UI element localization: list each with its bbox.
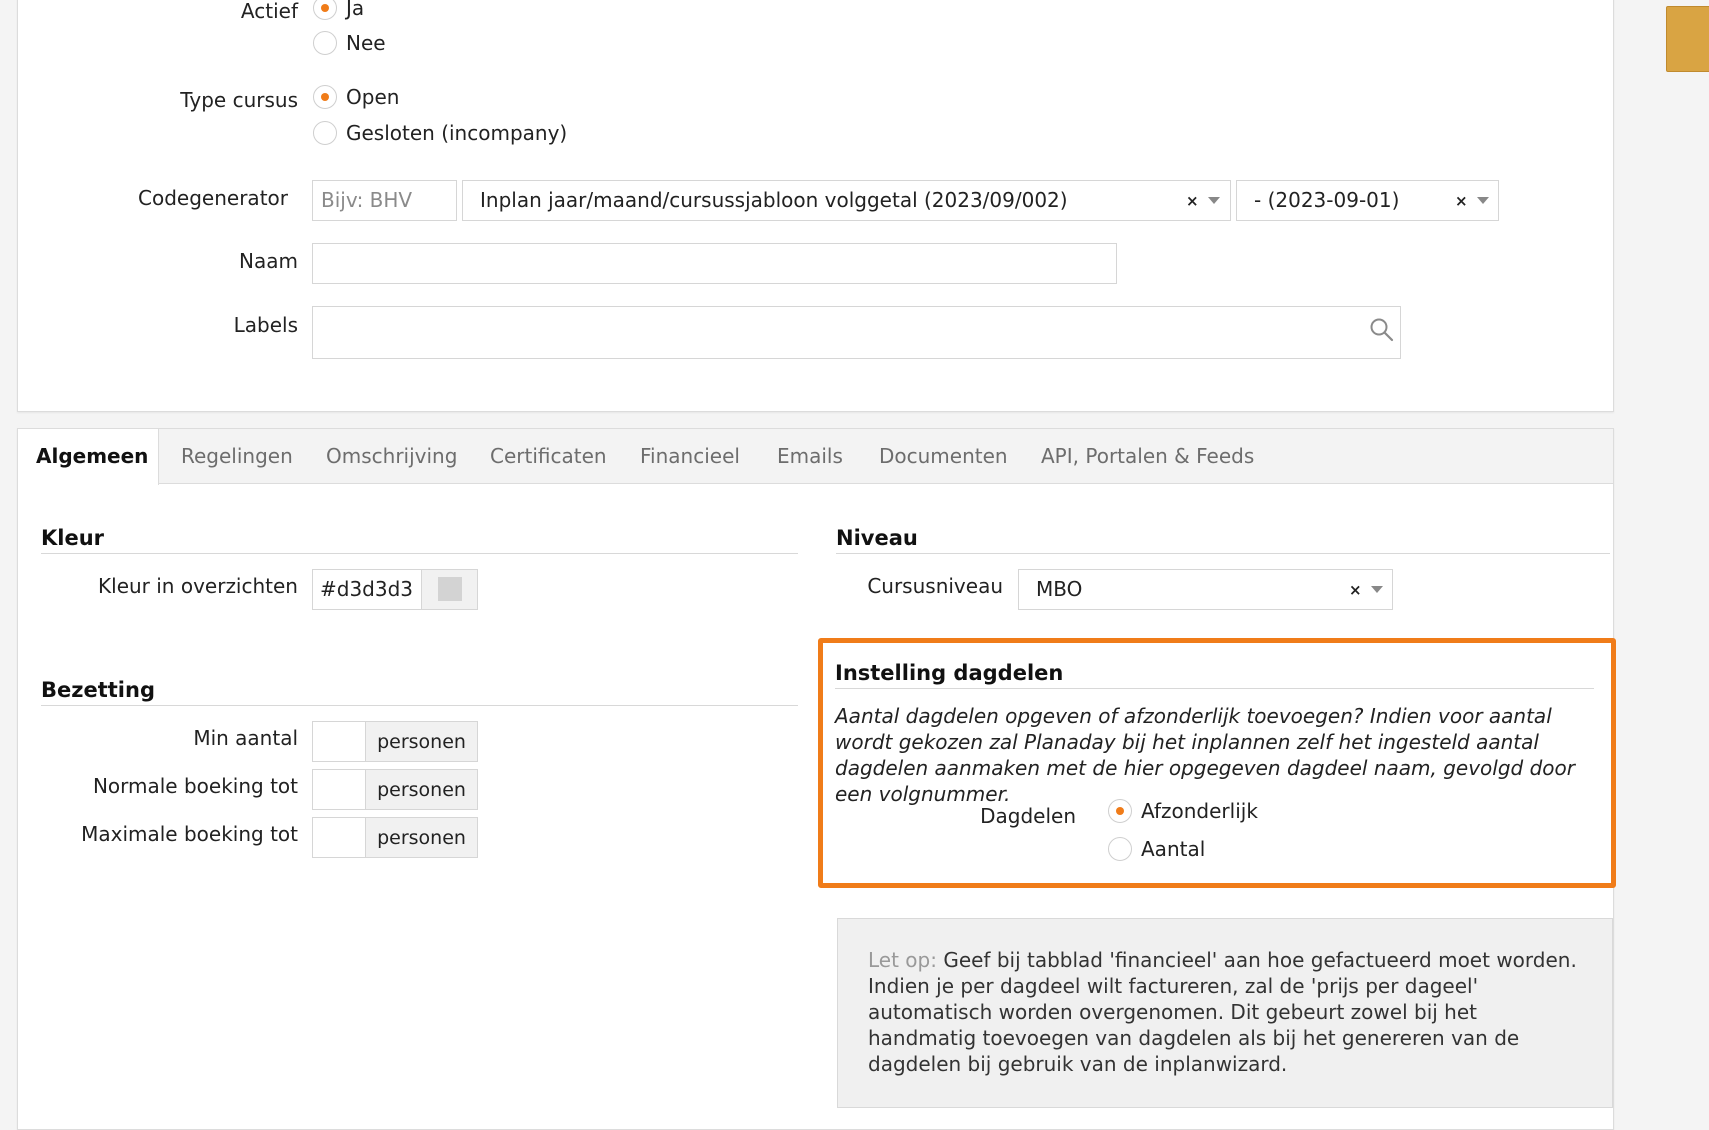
tab-regelingen[interactable]: Regelingen: [181, 429, 293, 484]
course-base-form: Actief Ja Nee Type cursus Open Gesloten …: [17, 0, 1614, 412]
labels-label: Labels: [233, 313, 298, 337]
niveau-section-title: Niveau: [836, 526, 918, 550]
tab-bar: Algemeen Regelingen Omschrijving Certifi…: [18, 429, 1613, 485]
tab-api-portalen-feeds[interactable]: API, Portalen & Feeds: [1041, 429, 1254, 484]
radio-selected-icon[interactable]: [1108, 799, 1132, 823]
radio-selected-icon[interactable]: [313, 85, 337, 109]
color-picker-button[interactable]: [421, 569, 478, 610]
clear-icon[interactable]: ×: [1455, 182, 1468, 220]
unit-addon: personen: [365, 769, 478, 810]
dagdelen-description: Aantal dagdelen opgeven of afzonderlijk …: [835, 704, 1575, 806]
actief-option-label: Nee: [346, 31, 386, 55]
cursusniveau-label: Cursusniveau: [867, 574, 1003, 598]
divider: [41, 705, 798, 706]
dagdelen-option-afzonderlijk[interactable]: Afzonderlijk: [1108, 798, 1258, 824]
dagdelen-option-label: Aantal: [1141, 837, 1206, 861]
chevron-down-icon[interactable]: [1208, 197, 1220, 204]
clear-icon[interactable]: ×: [1349, 571, 1362, 609]
min-aantal-input[interactable]: [312, 721, 366, 762]
info-box: Let op: Geef bij tabblad 'financieel' aa…: [837, 918, 1613, 1108]
unit-addon: personen: [365, 721, 478, 762]
maximale-boeking-input[interactable]: [312, 817, 366, 858]
dagdelen-label: Dagdelen: [980, 804, 1076, 828]
radio-selected-icon[interactable]: [313, 0, 337, 20]
code-pattern-select[interactable]: Inplan jaar/maand/cursussjabloon volgget…: [462, 180, 1231, 221]
divider: [835, 688, 1594, 689]
tab-certificaten[interactable]: Certificaten: [490, 429, 607, 484]
code-pattern-value: Inplan jaar/maand/cursussjabloon volgget…: [480, 188, 1068, 212]
info-strong-label: Let op:: [868, 948, 937, 972]
info-body: Geef bij tabblad 'financieel' aan hoe ge…: [868, 948, 1577, 1076]
type-cursus-label: Type cursus: [180, 88, 298, 112]
type-cursus-option-label: Open: [346, 85, 400, 109]
actief-option-ja[interactable]: Ja: [313, 0, 364, 21]
dagdelen-option-aantal[interactable]: Aantal: [1108, 836, 1205, 862]
tab-omschrijving[interactable]: Omschrijving: [326, 429, 457, 484]
dagdelen-option-label: Afzonderlijk: [1141, 799, 1258, 823]
divider: [41, 553, 798, 554]
min-aantal-label: Min aantal: [193, 726, 298, 750]
tab-documenten[interactable]: Documenten: [879, 429, 1008, 484]
info-text: Let op: Geef bij tabblad 'financieel' aa…: [868, 947, 1588, 1077]
tab-financieel[interactable]: Financieel: [640, 429, 740, 484]
tab-emails[interactable]: Emails: [777, 429, 843, 484]
maximale-boeking-label: Maximale boeking tot: [81, 822, 298, 846]
chevron-down-icon[interactable]: [1477, 197, 1489, 204]
codegenerator-label: Codegenerator: [138, 186, 288, 210]
labels-input[interactable]: [312, 306, 1401, 359]
chevron-down-icon[interactable]: [1371, 586, 1383, 593]
code-date-select[interactable]: - (2023-09-01) ×: [1236, 180, 1499, 221]
code-date-value: - (2023-09-01): [1254, 188, 1400, 212]
dagdelen-section-title: Instelling dagdelen: [835, 661, 1064, 685]
actief-label: Actief: [240, 0, 298, 23]
radio-icon[interactable]: [313, 121, 337, 145]
code-prefix-input[interactable]: Bijv: BHV: [312, 180, 457, 221]
kleur-input[interactable]: #d3d3d3: [312, 569, 422, 610]
bezetting-section-title: Bezetting: [41, 678, 155, 702]
divider: [836, 553, 1610, 554]
normale-boeking-input[interactable]: [312, 769, 366, 810]
side-panel-button[interactable]: [1666, 6, 1709, 72]
naam-label: Naam: [239, 249, 298, 273]
unit-addon: personen: [365, 817, 478, 858]
normale-boeking-label: Normale boeking tot: [92, 774, 298, 798]
cursusniveau-value: MBO: [1036, 577, 1083, 601]
type-cursus-option-gesloten[interactable]: Gesloten (incompany): [313, 120, 567, 146]
kleur-section-title: Kleur: [41, 526, 105, 550]
clear-icon[interactable]: ×: [1186, 182, 1199, 220]
search-icon[interactable]: [1369, 317, 1395, 343]
actief-option-nee[interactable]: Nee: [313, 30, 386, 56]
color-swatch: [438, 577, 462, 601]
type-cursus-option-label: Gesloten (incompany): [346, 121, 568, 145]
radio-icon[interactable]: [1108, 837, 1132, 861]
tab-algemeen[interactable]: Algemeen: [18, 429, 159, 485]
type-cursus-option-open[interactable]: Open: [313, 84, 399, 110]
cursusniveau-select[interactable]: MBO ×: [1018, 569, 1393, 610]
radio-icon[interactable]: [313, 31, 337, 55]
actief-option-label: Ja: [346, 0, 365, 20]
naam-input[interactable]: [312, 243, 1117, 284]
kleur-field-label: Kleur in overzichten: [98, 574, 298, 598]
